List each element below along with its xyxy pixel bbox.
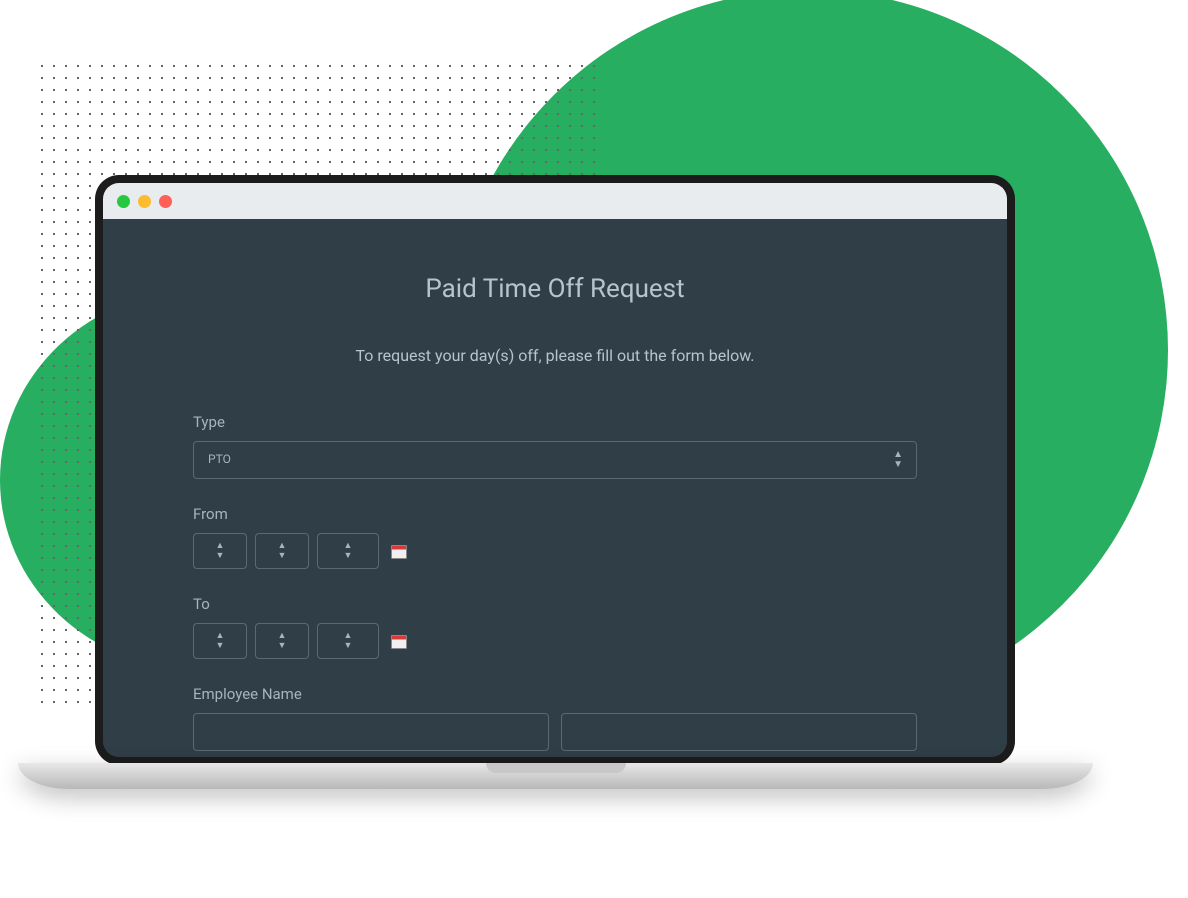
browser-chrome (103, 183, 1007, 219)
from-month-select[interactable]: ▲▼ (193, 533, 247, 569)
select-arrows-icon: ▲▼ (344, 632, 353, 651)
from-field-group: From ▲▼ ▲▼ ▲▼ (193, 505, 917, 569)
to-day-select[interactable]: ▲▼ (255, 623, 309, 659)
to-date-row: ▲▼ ▲▼ ▲▼ (193, 623, 917, 659)
browser-window: Paid Time Off Request To request your da… (103, 183, 1007, 757)
type-select[interactable]: PTO (193, 441, 917, 479)
first-name-input[interactable] (193, 713, 549, 751)
window-control-close-icon[interactable] (117, 195, 130, 208)
select-arrows-icon: ▲▼ (216, 632, 225, 651)
type-select-wrapper: PTO ▲▼ (193, 441, 917, 479)
from-label: From (193, 505, 917, 523)
to-label: To (193, 595, 917, 613)
form-container: Paid Time Off Request To request your da… (103, 219, 1007, 757)
employee-name-field-group: Employee Name (193, 685, 917, 751)
form-title: Paid Time Off Request (193, 274, 917, 304)
select-arrows-icon: ▲▼ (278, 632, 287, 651)
select-arrows-icon: ▲▼ (344, 542, 353, 561)
window-control-minimize-icon[interactable] (138, 195, 151, 208)
window-control-maximize-icon[interactable] (159, 195, 172, 208)
from-date-row: ▲▼ ▲▼ ▲▼ (193, 533, 917, 569)
from-day-select[interactable]: ▲▼ (255, 533, 309, 569)
laptop-screen: Paid Time Off Request To request your da… (95, 175, 1015, 765)
form-subtitle: To request your day(s) off, please fill … (193, 346, 917, 365)
laptop-mockup: Paid Time Off Request To request your da… (95, 175, 1093, 789)
to-year-select[interactable]: ▲▼ (317, 623, 379, 659)
to-field-group: To ▲▼ ▲▼ ▲▼ (193, 595, 917, 659)
select-arrows-icon: ▲▼ (278, 542, 287, 561)
employee-name-label: Employee Name (193, 685, 917, 703)
to-month-select[interactable]: ▲▼ (193, 623, 247, 659)
type-field-group: Type PTO ▲▼ (193, 413, 917, 479)
to-calendar-icon[interactable] (391, 633, 407, 649)
from-calendar-icon[interactable] (391, 543, 407, 559)
employee-name-row (193, 713, 917, 751)
select-arrows-icon: ▲▼ (216, 542, 225, 561)
from-year-select[interactable]: ▲▼ (317, 533, 379, 569)
laptop-base (18, 763, 1093, 789)
type-label: Type (193, 413, 917, 431)
last-name-input[interactable] (561, 713, 917, 751)
